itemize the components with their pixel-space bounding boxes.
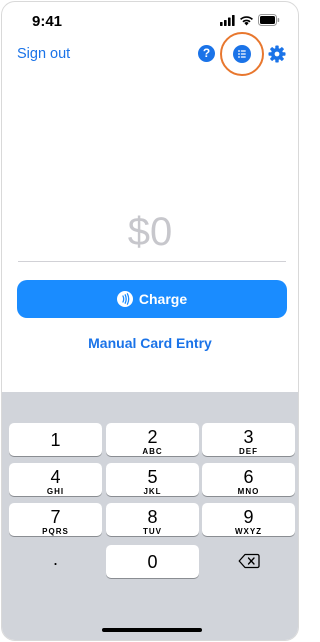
key-number: 9 (243, 507, 254, 527)
wifi-icon (240, 16, 253, 26)
phone-frame: 9:41 Sign out ? $0 Charge Manual Card En… (1, 1, 299, 641)
sign-out-link[interactable]: Sign out (17, 46, 70, 62)
key-8[interactable]: 8 TUV (106, 503, 199, 536)
key-number: 7 (50, 507, 61, 527)
key-number: 3 (243, 427, 254, 447)
key-number: 6 (243, 467, 254, 487)
key-letters: MNO (237, 487, 260, 496)
list-icon[interactable] (233, 45, 251, 63)
key-letters: ABC (142, 447, 163, 456)
key-number: 5 (147, 467, 158, 487)
numeric-keypad: 1 2 ABC 3 DEF 4 GHI 5 JKL 6 MNO 7 PQRS 8… (2, 392, 298, 640)
contactless-icon (116, 291, 133, 307)
key-letters: DEF (239, 447, 258, 456)
key-letters: PQRS (42, 527, 69, 536)
amount-display: $0 (127, 210, 173, 254)
key-6[interactable]: 6 MNO (202, 463, 295, 496)
key-2[interactable]: 2 ABC (106, 423, 199, 456)
key-backspace[interactable] (202, 545, 295, 578)
key-number: 1 (50, 430, 61, 450)
key-decimal[interactable]: . (9, 545, 102, 578)
help-icon[interactable]: ? (198, 45, 215, 62)
key-4[interactable]: 4 GHI (9, 463, 102, 496)
status-time: 9:41 (32, 13, 63, 30)
battery-icon (258, 14, 280, 26)
key-number: 4 (50, 467, 61, 487)
key-number: 8 (147, 507, 158, 527)
key-number: . (52, 549, 58, 569)
key-0[interactable]: 0 (106, 545, 199, 578)
key-letters: GHI (46, 487, 65, 496)
key-1[interactable]: 1 (9, 423, 102, 456)
key-letters: JKL (143, 487, 162, 496)
home-indicator (102, 628, 202, 632)
key-7[interactable]: 7 PQRS (9, 503, 102, 536)
backspace-icon (238, 553, 260, 569)
charge-button[interactable]: Charge (17, 280, 287, 318)
amount-divider (18, 261, 286, 262)
key-5[interactable]: 5 JKL (106, 463, 199, 496)
manual-card-entry-link[interactable]: Manual Card Entry (2, 335, 298, 351)
key-number: 0 (147, 552, 158, 572)
gear-icon[interactable] (268, 45, 286, 63)
key-number: 2 (147, 427, 158, 447)
key-3[interactable]: 3 DEF (202, 423, 295, 456)
key-letters: WXYZ (234, 527, 263, 536)
charge-label: Charge (138, 291, 188, 307)
signal-icon (220, 15, 235, 26)
key-letters: TUV (143, 527, 162, 536)
key-9[interactable]: 9 WXYZ (202, 503, 295, 536)
